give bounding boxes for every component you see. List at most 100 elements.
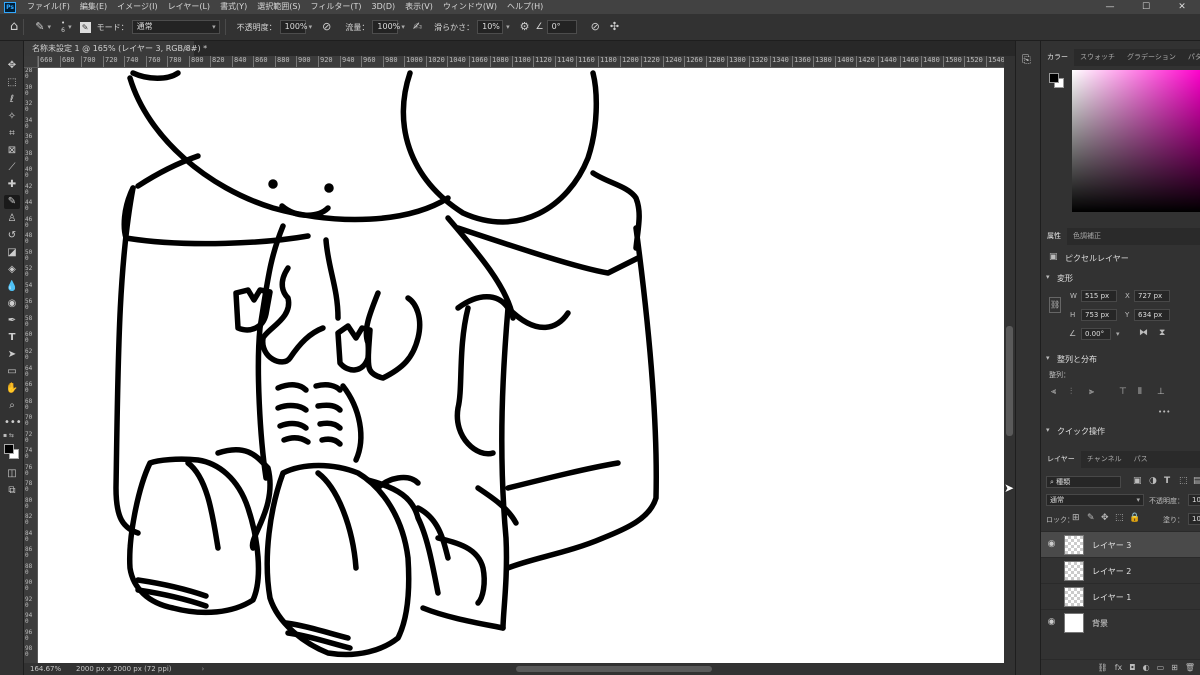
brush-tool[interactable]: ✎ [4,195,20,209]
flip-vertical-icon[interactable]: ⧗ [1159,328,1165,338]
chevron-down-icon[interactable]: ▾ [1046,354,1050,362]
symmetry-icon[interactable]: ✣ [610,21,619,33]
align-bottom-icon[interactable]: ⊥ [1157,387,1165,397]
lock-image-icon[interactable]: ✎ [1087,513,1095,523]
x-input[interactable]: 727 px [1134,290,1170,302]
history-panel-icon[interactable]: ⎘ [1022,53,1031,67]
frame-tool[interactable]: ⊠ [4,144,20,158]
y-input[interactable]: 634 px [1134,309,1170,321]
menu-window[interactable]: ウィンドウ(W) [438,0,502,14]
chevron-down-icon[interactable]: ▾ [1116,330,1120,338]
swap-colors-icon[interactable]: ▪ ⇆ [3,432,14,439]
pressure-opacity-icon[interactable]: ⊘ [322,21,331,33]
folder-icon[interactable]: ▭ [1157,663,1165,672]
tab-channels[interactable]: チャンネル [1081,451,1128,468]
chevron-down-icon[interactable]: ▾ [68,23,72,31]
pen-tool[interactable]: ✒ [4,314,20,328]
flow-input[interactable]: 100% [372,20,400,34]
filter-type-icon[interactable]: T [1164,476,1170,486]
align-right-icon[interactable]: ⫸ [1089,387,1094,397]
tab-swatches[interactable]: スウォッチ [1074,49,1121,66]
close-button[interactable]: ✕ [1164,0,1200,14]
chevron-down-icon[interactable]: ▾ [1046,426,1050,434]
fx-icon[interactable]: fx [1115,663,1123,672]
menu-layer[interactable]: レイヤー(L) [163,0,215,14]
magic-wand-tool[interactable]: ✧ [4,110,20,124]
quick-mask-button[interactable]: ◫ [4,467,20,481]
close-tab-icon[interactable]: × [183,41,190,56]
menu-image[interactable]: イメージ(I) [112,0,162,14]
filter-pixel-icon[interactable]: ▣ [1133,476,1142,486]
transform-section-title[interactable]: 変形 [1057,273,1073,284]
opacity-input[interactable]: 100% [279,20,308,34]
mode-select[interactable]: 通常 ▾ [131,20,220,34]
lasso-tool[interactable]: ℓ [4,93,20,107]
layer-filter-select[interactable]: ⌕ 種類 [1046,476,1121,488]
layer-row-2[interactable]: レイヤー 2 [1041,557,1200,583]
layer-row-background[interactable]: ◉ 背景 [1041,609,1200,635]
smoothing-input[interactable]: 10% [477,20,504,34]
gradient-tool[interactable]: ◈ [4,263,20,277]
fill-input[interactable]: 100 [1188,513,1200,525]
visibility-toggle-empty[interactable] [1046,565,1057,576]
angle-input[interactable]: 0.00° [1081,328,1111,340]
chevron-down-icon[interactable]: ▾ [1046,273,1050,281]
tab-properties[interactable]: 属性 [1041,228,1067,245]
eye-icon[interactable]: ◉ [1046,539,1057,550]
chevron-down-icon[interactable]: ▾ [401,23,405,31]
minimize-button[interactable]: — [1092,0,1128,14]
hand-tool[interactable]: ✋ [4,382,20,396]
tab-patterns[interactable]: パターン [1182,49,1200,66]
move-tool[interactable]: ✥ [4,59,20,73]
mask-icon[interactable]: ◘ [1129,663,1135,672]
layer-name[interactable]: レイヤー 1 [1092,592,1131,603]
menu-type[interactable]: 書式(Y) [215,0,252,14]
menu-help[interactable]: ヘルプ(H) [502,0,548,14]
screen-mode-button[interactable]: ⧉ [4,484,20,498]
blend-mode-select[interactable]: 通常 ▾ [1046,494,1144,506]
lock-transparent-icon[interactable]: ⊞ [1072,513,1080,523]
filter-smart-object-icon[interactable]: ▤ [1193,476,1200,486]
quick-actions-title[interactable]: クイック操作 [1057,426,1105,437]
menu-file[interactable]: ファイル(F) [22,0,75,14]
lock-artboard-icon[interactable]: ⬚ [1115,513,1124,523]
new-layer-icon[interactable]: ⊞ [1171,663,1178,672]
chevron-down-icon[interactable]: ▾ [309,23,313,31]
tab-color[interactable]: カラー [1041,49,1074,66]
align-left-icon[interactable]: ⫷ [1051,387,1056,397]
adjustment-icon[interactable]: ◐ [1143,663,1150,672]
crop-tool[interactable]: ⌗ [4,127,20,141]
layer-row-1[interactable]: レイヤー 1 [1041,583,1200,609]
filter-adjustment-icon[interactable]: ◑ [1149,476,1157,486]
color-picker-field[interactable] [1072,70,1200,212]
layer-name[interactable]: 背景 [1092,618,1108,629]
maximize-button[interactable]: ☐ [1128,0,1164,14]
vertical-scrollbar[interactable] [1004,56,1015,663]
layer-row-3[interactable]: ◉ レイヤー 3 [1041,531,1200,557]
link-icon[interactable]: ⛓ [1049,297,1061,313]
menu-3d[interactable]: 3D(D) [367,0,401,14]
height-input[interactable]: 753 px [1081,309,1117,321]
angle-input[interactable]: 0° [546,20,577,34]
chevron-right-icon[interactable]: › [202,665,205,673]
lock-position-icon[interactable]: ✥ [1101,513,1109,523]
history-brush-tool[interactable]: ↺ [4,229,20,243]
eraser-tool[interactable]: ◪ [4,246,20,260]
vertical-ruler[interactable]: 280 300 320 340 360 380 400 420 440 460 480 500 520 5… [24,68,38,663]
blur-tool[interactable]: 💧 [4,280,20,294]
scrollbar-thumb[interactable] [1006,326,1013,436]
more-options-icon[interactable]: ••• [1158,408,1170,416]
align-center-horizontal-icon[interactable]: ⫶ [1070,387,1072,397]
document-canvas[interactable] [38,68,1004,663]
lock-all-icon[interactable]: 🔒 [1129,513,1140,523]
menu-edit[interactable]: 編集(E) [75,0,112,14]
menu-filter[interactable]: フィルター(T) [306,0,367,14]
tab-layers[interactable]: レイヤー [1041,451,1081,468]
align-section-title[interactable]: 整列と分布 [1057,354,1097,365]
stamp-tool[interactable]: ♙ [4,212,20,226]
rectangle-tool[interactable]: ▭ [4,365,20,379]
brush-settings-icon[interactable]: ✎ [79,21,91,33]
layer-opacity-input[interactable]: 100 [1188,494,1200,506]
link-icon[interactable]: ⛓ [1098,663,1108,672]
marquee-tool[interactable]: ⬚ [4,76,20,90]
